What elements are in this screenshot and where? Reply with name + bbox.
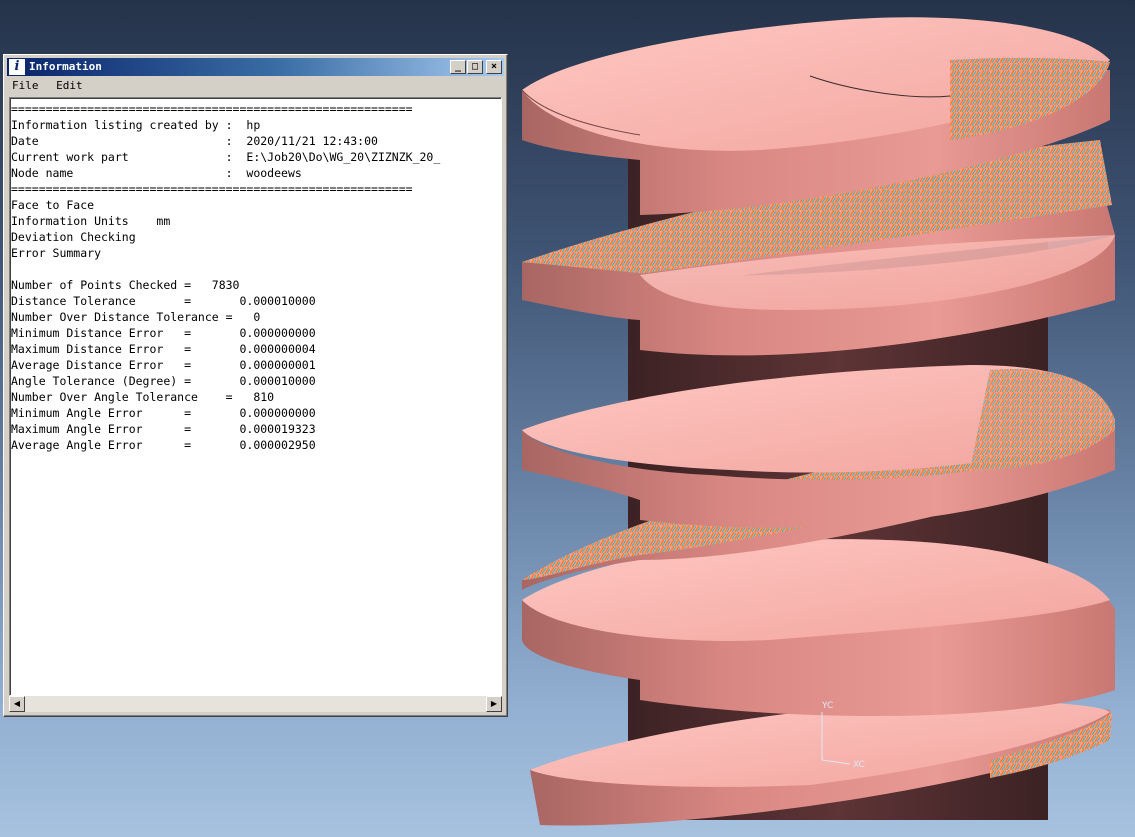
information-window: i Information _ □ × File Edit ==========… [3,54,508,717]
listing-line: Minimum Angle Error = 0.000000000 [11,406,316,420]
window-controls: _ □ × [449,60,502,74]
listing-text-area[interactable]: ========================================… [9,97,502,696]
listing-line: Node name : woodeews [11,166,302,180]
information-listing: ========================================… [10,98,501,453]
window-title: Information [29,60,102,73]
worm-flights [521,17,1115,826]
listing-line: ========================================… [11,182,413,196]
listing-line: Information Units mm [11,214,171,228]
minimize-icon[interactable]: _ [450,60,466,74]
listing-line: Average Distance Error = 0.000000001 [11,358,316,372]
listing-line: Face to Face [11,198,95,212]
listing-line: Angle Tolerance (Degree) = 0.000010000 [11,374,316,388]
worm-flight [522,539,1115,717]
listing-line: ========================================… [11,102,413,116]
info-icon: i [9,59,25,75]
maximize-icon[interactable]: □ [467,60,483,74]
listing-line: Error Summary [11,246,102,260]
listing-line: Information listing created by : hp [11,118,261,132]
listing-line: Deviation Checking [11,230,136,244]
listing-line: Date : 2020/11/21 12:43:00 [11,134,378,148]
menu-file[interactable]: File [12,79,39,92]
listing-line: Current work part : E:\Job20\Do\WG_20\ZI… [11,150,441,164]
scroll-right-icon[interactable]: ▶ [486,696,502,712]
listing-line: Distance Tolerance = 0.000010000 [11,294,316,308]
listing-line: Average Angle Error = 0.000002950 [11,438,316,452]
horizontal-scrollbar[interactable]: ◀ ▶ [9,696,502,712]
listing-line: Minimum Distance Error = 0.000000000 [11,326,316,340]
listing-line [11,261,501,277]
listing-line: Maximum Distance Error = 0.000000004 [11,342,316,356]
listing-line: Number Over Angle Tolerance = 810 [11,390,275,404]
listing-line: Number of Points Checked = 7830 [11,278,240,292]
menu-bar: File Edit [7,77,504,95]
x-axis-label: XC [853,760,865,770]
menu-edit[interactable]: Edit [56,79,83,92]
graphics-viewport[interactable]: YC XC [510,0,1135,837]
y-axis-label: YC [821,701,833,711]
listing-line: Maximum Angle Error = 0.000019323 [11,422,316,436]
title-bar[interactable]: i Information _ □ × [7,58,504,76]
scroll-left-icon[interactable]: ◀ [9,696,25,712]
close-icon[interactable]: × [486,60,502,74]
listing-line: Number Over Distance Tolerance = 0 [11,310,261,324]
